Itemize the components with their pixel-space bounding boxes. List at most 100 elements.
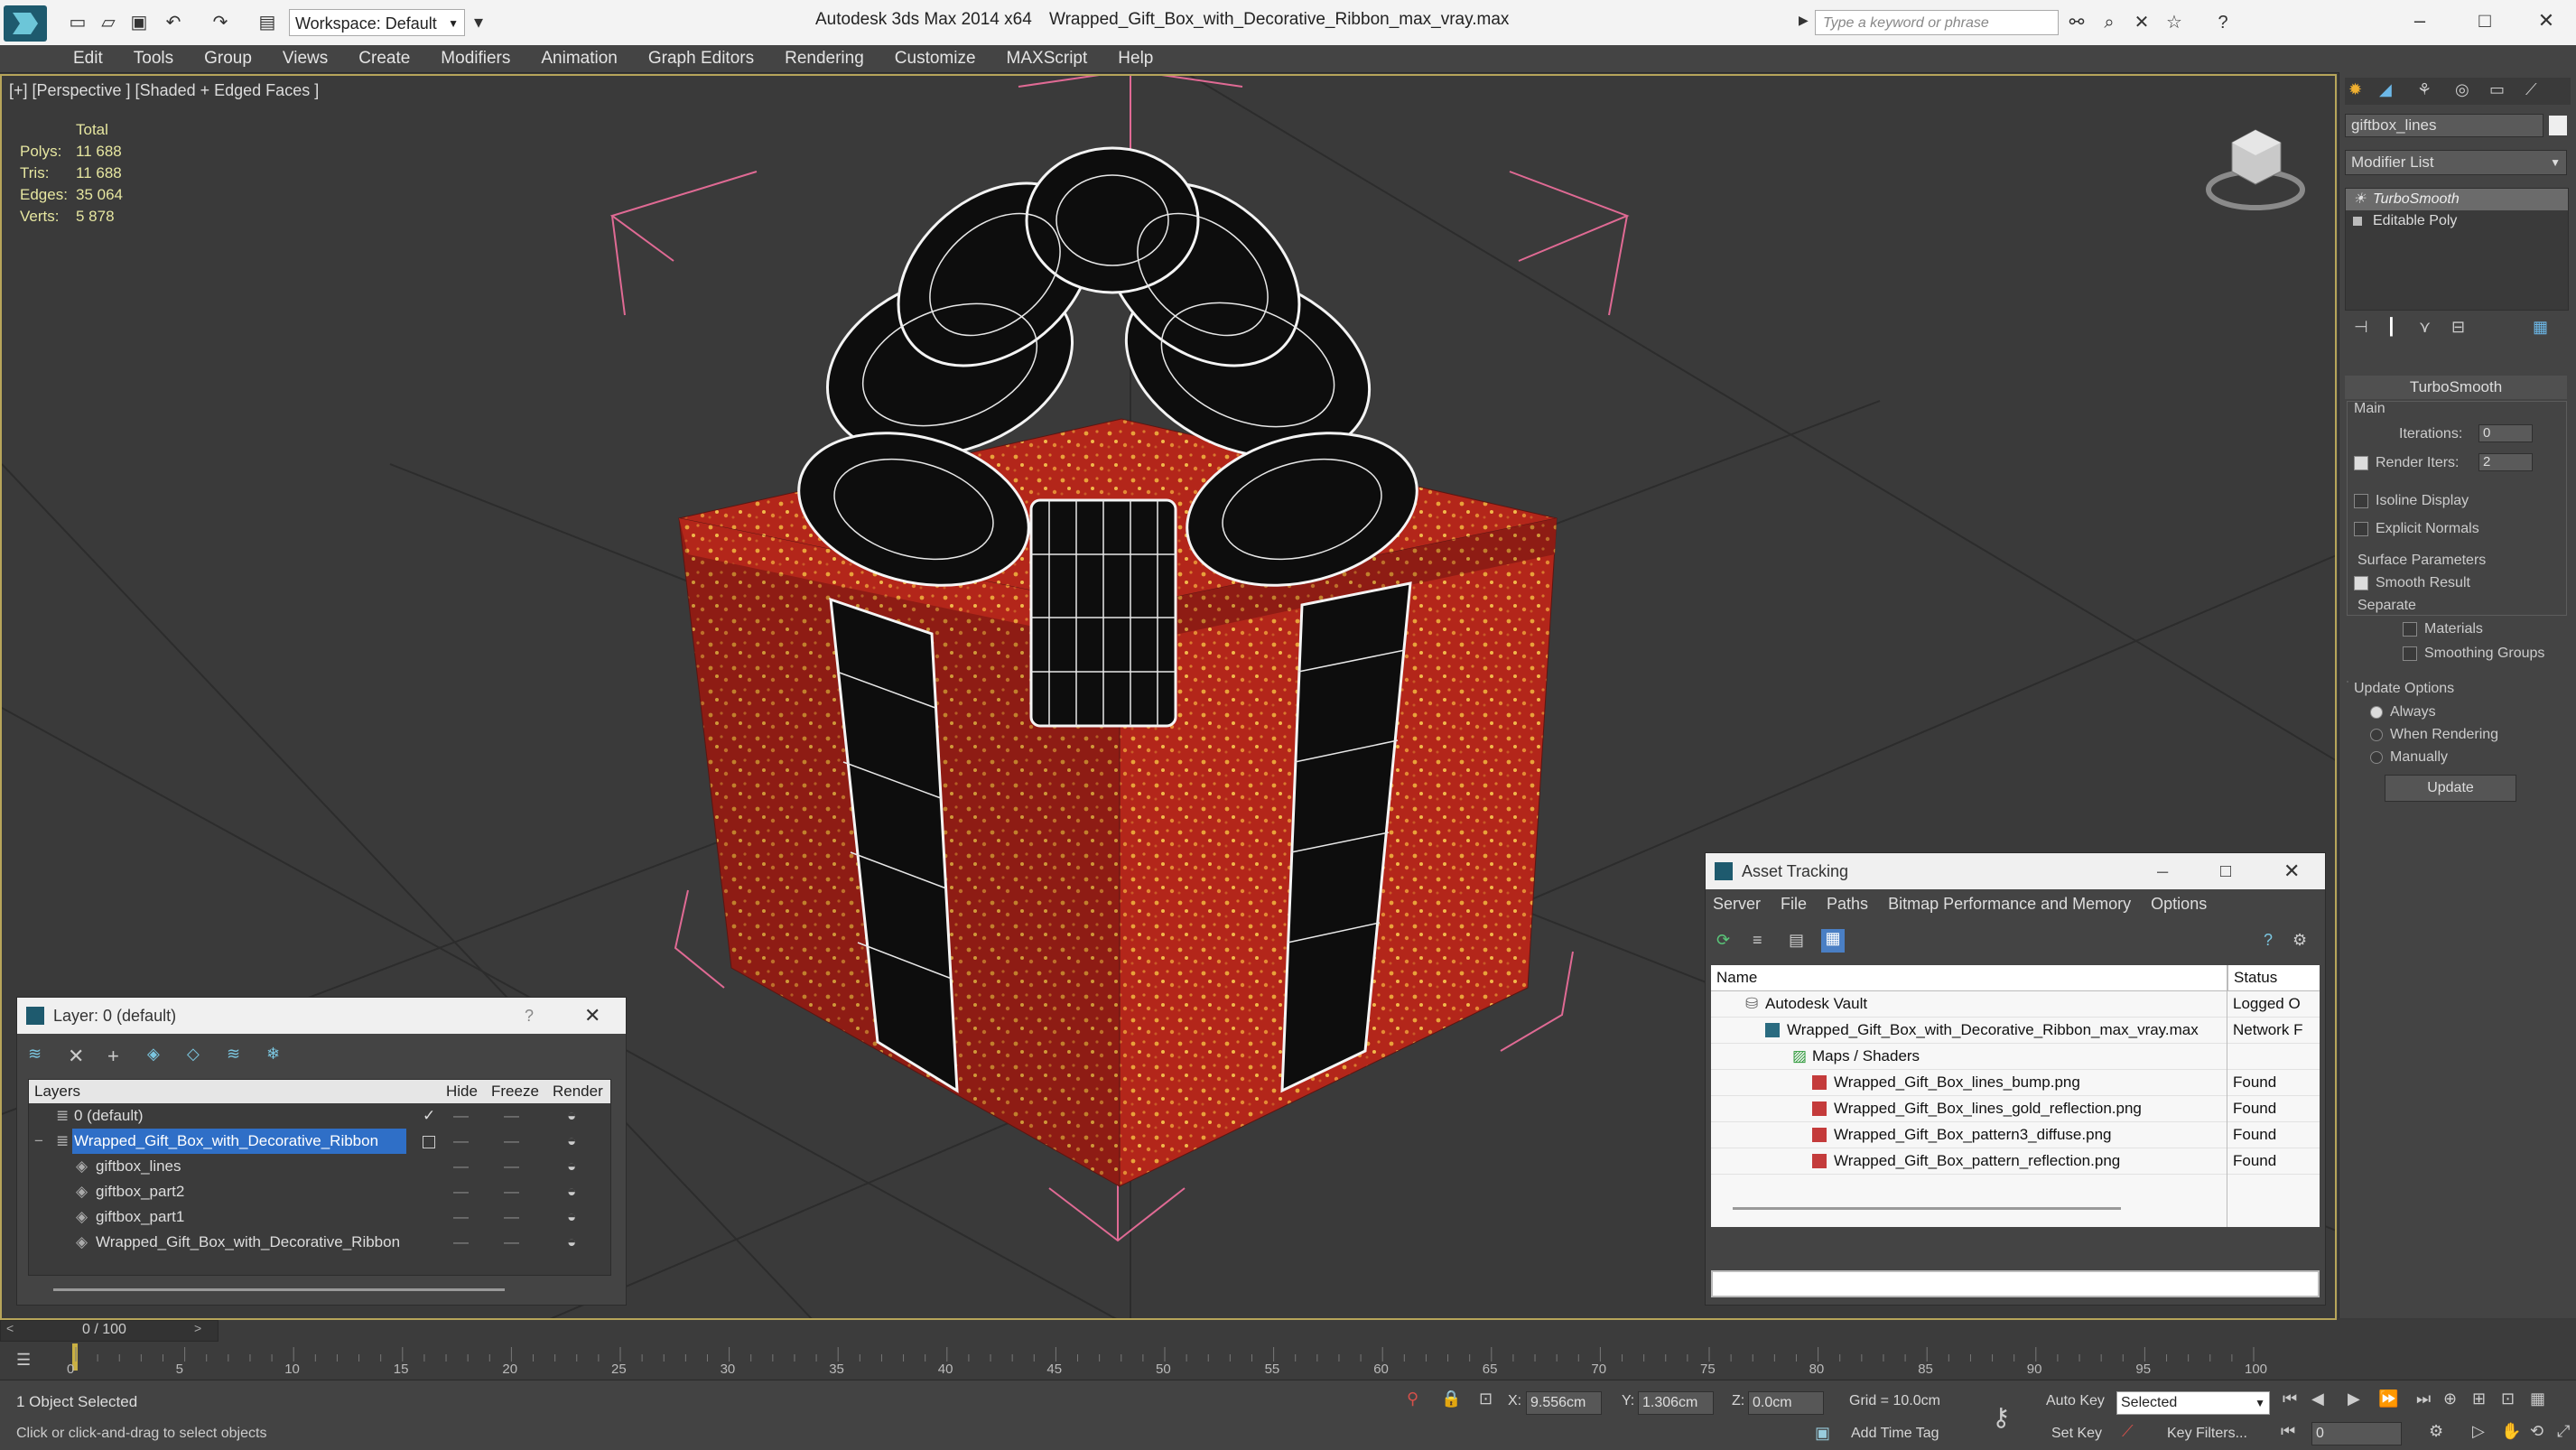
key-mode-dropdown[interactable]: Selected ▼ [2116, 1391, 2270, 1415]
zoom-extents-icon[interactable]: ⊡ [2501, 1390, 2515, 1408]
maximize-icon[interactable]: □ [2467, 7, 2503, 34]
toolbar-expand-icon[interactable]: ▾ [468, 12, 489, 33]
expand-box-icon[interactable] [2353, 217, 2362, 226]
zoom-extents-all-icon[interactable]: ▦ [2530, 1390, 2545, 1408]
render-iters-spinner[interactable]: 2 [2478, 453, 2533, 471]
freeze-all-layers-icon[interactable]: ❄ [266, 1045, 280, 1064]
display-tab-icon[interactable]: ▭ [2489, 80, 2505, 99]
layer-row[interactable]: ◈ Wrapped_Gift_Box_with_Decorative_Ribbo… [29, 1230, 610, 1255]
next-frame-icon[interactable]: ⏩ [2378, 1390, 2398, 1408]
asset-path-field[interactable] [1711, 1270, 2320, 1297]
set-key-button[interactable]: Set Key [2051, 1426, 2102, 1442]
object-name-field[interactable]: giftbox_lines [2345, 114, 2543, 137]
search-input[interactable]: Type a keyword or phrase [1815, 10, 2059, 35]
time-configuration-icon[interactable]: ⚙ [2429, 1422, 2443, 1441]
close-icon[interactable]: ✕ [584, 998, 600, 1034]
key-icon[interactable]: ⚷ [1992, 1402, 2011, 1432]
column-layers[interactable]: Layers [34, 1080, 80, 1103]
communication-icon[interactable]: ⌕ [2098, 12, 2120, 33]
auto-key-button[interactable]: Auto Key [2046, 1393, 2105, 1409]
go-to-start-icon[interactable]: ⏮ [2283, 1390, 2297, 1408]
redo-icon[interactable]: ↷ [209, 12, 231, 33]
isoline-checkbox[interactable] [2354, 493, 2368, 508]
help-icon[interactable]: ? [2264, 931, 2273, 950]
render-teapot-icon[interactable]: ◒ [567, 1230, 576, 1255]
hide-toggle-icon[interactable]: — [453, 1230, 469, 1255]
render-iters-checkbox[interactable] [2354, 455, 2368, 470]
freeze-toggle-icon[interactable]: — [504, 1103, 519, 1129]
hide-toggle-icon[interactable]: — [453, 1179, 469, 1204]
modify-tab-icon[interactable]: ◢ [2379, 80, 2392, 99]
smooth-result-checkbox[interactable] [2354, 575, 2368, 590]
asset-menu-file[interactable]: File [1781, 895, 1807, 914]
asset-row[interactable]: Wrapped_Gift_Box_pattern_reflection.png … [1711, 1148, 2320, 1175]
layer-row[interactable]: ◈ giftbox_part2 — — ◒ [29, 1179, 610, 1204]
key-filters-button[interactable]: Key Filters... [2167, 1426, 2247, 1442]
asset-row[interactable]: Wrapped_Gift_Box_lines_bump.png Found [1711, 1070, 2320, 1096]
menu-tools[interactable]: Tools [118, 45, 189, 72]
turbosmooth-rollout-header[interactable]: TurboSmooth [2345, 376, 2567, 399]
utilities-tab-icon[interactable]: ⟋ [2525, 80, 2537, 99]
list-view-icon[interactable]: ≡ [1753, 931, 1762, 950]
time-slider-prev-icon[interactable]: < [6, 1321, 14, 1335]
go-to-end-icon[interactable]: ⏭ [2416, 1390, 2431, 1408]
highlight-layer-icon[interactable]: ◇ [187, 1045, 200, 1064]
render-teapot-icon[interactable]: ◒ [567, 1154, 576, 1179]
hide-toggle-icon[interactable]: — [453, 1154, 469, 1179]
add-time-tag[interactable]: Add Time Tag [1851, 1426, 1939, 1442]
make-unique-icon[interactable]: ⋎ [2419, 318, 2431, 337]
menu-help[interactable]: Help [1102, 45, 1168, 72]
track-bar[interactable]: 0 5 10 15 20 25 30 35 40 45 50 55 60 65 70 75 80 85 90 95 10… [67, 1343, 2268, 1378]
light-bulb-icon[interactable]: ☀ [2353, 189, 2366, 210]
menu-customize[interactable]: Customize [879, 45, 991, 72]
favorites-star-icon[interactable]: ☆ [2163, 12, 2185, 33]
viewport-label[interactable]: [+] [Perspective ] [Shaded + Edged Faces… [9, 81, 319, 100]
configure-sets-icon[interactable]: ▦ [2533, 318, 2548, 337]
asset-menu-options[interactable]: Options [2151, 895, 2207, 914]
add-to-layer-icon[interactable]: + [107, 1045, 119, 1068]
set-key-filters-icon[interactable]: ⟋ [2122, 1422, 2134, 1441]
selection-lock-icon[interactable]: 🔒 [1441, 1390, 1461, 1408]
layer-window-titlebar[interactable]: Layer: 0 (default) ? ✕ [17, 998, 626, 1034]
manually-radio[interactable] [2370, 750, 2383, 764]
x-coordinate-field[interactable]: 9.556cm [1526, 1391, 1602, 1415]
time-slider-next-icon[interactable]: > [194, 1321, 201, 1335]
asset-menu-server[interactable]: Server [1713, 895, 1761, 914]
freeze-toggle-icon[interactable]: — [504, 1204, 519, 1230]
modifier-list-dropdown[interactable]: Modifier List ▼ [2345, 150, 2567, 175]
mini-curve-editor-icon[interactable]: ☰ [16, 1351, 31, 1370]
absolute-mode-icon[interactable]: ⊡ [1479, 1390, 1493, 1408]
remove-modifier-icon[interactable]: ⊟ [2451, 318, 2465, 337]
orbit-icon[interactable]: ⟲ [2530, 1422, 2543, 1441]
isolate-selection-icon[interactable]: ⚲ [1407, 1390, 1418, 1408]
asset-row[interactable]: ▨ Maps / Shaders [1711, 1044, 2320, 1070]
always-radio[interactable] [2370, 705, 2383, 719]
create-tab-icon[interactable]: ✹ [2348, 80, 2362, 99]
layer-row[interactable]: − ≣ Wrapped_Gift_Box_with_Decorative_Rib… [29, 1129, 610, 1154]
active-layer-checkmark-icon[interactable]: ✓ [423, 1103, 435, 1129]
iterations-spinner[interactable]: 0 [2478, 424, 2533, 442]
current-frame-field[interactable]: 0 [2311, 1422, 2402, 1445]
refresh-icon[interactable]: ⟳ [1716, 931, 1730, 950]
maximize-viewport-icon[interactable]: ⤢ [2557, 1422, 2570, 1441]
motion-tab-icon[interactable]: ◎ [2455, 80, 2469, 99]
menu-group[interactable]: Group [189, 45, 267, 72]
help-icon[interactable]: ? [2212, 12, 2234, 33]
object-color-swatch[interactable] [2549, 116, 2567, 135]
delete-layer-icon[interactable]: ✕ [68, 1045, 84, 1068]
menu-graph-editors[interactable]: Graph Editors [633, 45, 769, 72]
field-of-view-icon[interactable]: ▷ [2472, 1422, 2485, 1441]
menu-views[interactable]: Views [267, 45, 343, 72]
stack-item-editable-poly[interactable]: Editable Poly [2346, 210, 2568, 232]
minimize-icon[interactable]: – [2157, 853, 2168, 889]
help-button[interactable]: ? [525, 998, 534, 1034]
detail-view-icon[interactable]: ▤ [1789, 931, 1804, 950]
column-status[interactable]: Status [2227, 965, 2277, 990]
maximize-icon[interactable]: □ [2220, 853, 2231, 889]
hierarchy-tab-icon[interactable]: ⚘ [2417, 80, 2432, 99]
column-hide[interactable]: Hide [446, 1080, 478, 1103]
select-objects-icon[interactable]: ◈ [147, 1045, 160, 1064]
explicit-normals-checkbox[interactable] [2354, 521, 2368, 536]
show-end-result-icon[interactable]: ┃ [2386, 318, 2396, 337]
set-active-box-icon[interactable] [423, 1136, 435, 1148]
